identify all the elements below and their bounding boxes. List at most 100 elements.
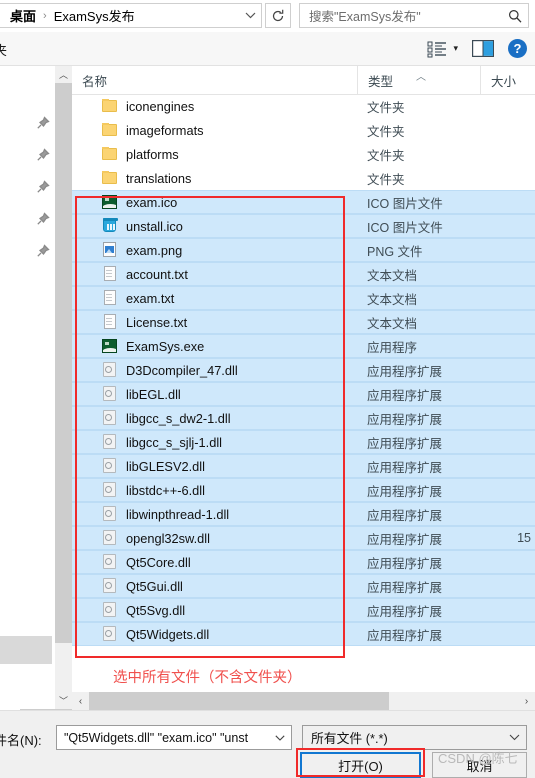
dll-icon (102, 554, 118, 570)
file-type-cell: 应用程序扩展 (367, 460, 443, 475)
file-name-cell: unstall.ico (72, 218, 357, 234)
file-name-cell: exam.txt (72, 290, 357, 306)
file-name-cell: Qt5Core.dll (72, 554, 357, 570)
help-icon[interactable]: ? (508, 39, 527, 58)
file-type-cell: 应用程序 (367, 340, 418, 355)
table-row[interactable]: Qt5Core.dll 应用程序扩展 (72, 550, 535, 574)
table-row[interactable]: libgcc_s_sjlj-1.dll 应用程序扩展 (72, 430, 535, 454)
search-icon[interactable] (502, 9, 528, 23)
file-name-cell: libwinpthread-1.dll (72, 506, 357, 522)
nav-selected-item[interactable] (0, 636, 52, 664)
folder-icon (102, 98, 118, 114)
table-row[interactable]: exam.txt 文本文档 (72, 286, 535, 310)
refresh-icon[interactable] (265, 3, 291, 28)
table-row[interactable]: unstall.ico ICO 图片文件 (72, 214, 535, 238)
table-row[interactable]: ExamSys.exe 应用程序 (72, 334, 535, 358)
file-name-label: translations (126, 170, 192, 186)
file-name-cell: ExamSys.exe (72, 338, 357, 354)
search-box[interactable]: 搜索"ExamSys发布" (299, 3, 529, 28)
table-row[interactable]: License.txt 文本文档 (72, 310, 535, 334)
file-size-cell: 15 (517, 531, 531, 545)
breadcrumb-item-current[interactable]: ExamSys发布 (54, 6, 135, 25)
file-type-cell: 文本文档 (367, 292, 418, 307)
file-name-cell: License.txt (72, 314, 357, 330)
file-name-cell: Qt5Widgets.dll (72, 626, 357, 642)
table-row[interactable]: exam.ico ICO 图片文件 (72, 190, 535, 214)
file-list-pane[interactable]: 名称 类型 大小 ︿ iconengines 文件夹 imageformats 文件夹… (72, 66, 535, 692)
table-row[interactable]: libGLESV2.dll 应用程序扩展 (72, 454, 535, 478)
scrollbar-thumb[interactable] (55, 83, 72, 643)
pin-icon[interactable] (36, 116, 50, 130)
table-row[interactable]: translations 文件夹 (72, 166, 535, 190)
breadcrumb-separator-icon: › (43, 9, 47, 22)
trash-icon (102, 218, 118, 234)
dll-icon (102, 458, 118, 474)
filename-input[interactable]: "Qt5Widgets.dll" "exam.ico" "unst (57, 731, 269, 745)
table-row[interactable]: Qt5Gui.dll 应用程序扩展 (72, 574, 535, 598)
scroll-up-icon[interactable]: ︿ (55, 66, 72, 83)
table-row[interactable]: libwinpthread-1.dll 应用程序扩展 (72, 502, 535, 526)
list-view-icon[interactable] (427, 40, 447, 58)
file-type-cell: 文本文档 (367, 268, 418, 283)
table-row[interactable]: opengl32sw.dll 应用程序扩展 15 (72, 526, 535, 550)
file-name-cell: opengl32sw.dll (72, 530, 357, 546)
table-row[interactable]: Qt5Svg.dll 应用程序扩展 (72, 598, 535, 622)
scroll-left-icon[interactable]: ‹ (72, 692, 89, 710)
file-type-cell: 文件夹 (367, 124, 405, 139)
chevron-down-icon[interactable] (502, 734, 526, 741)
table-row[interactable]: D3Dcompiler_47.dll 应用程序扩展 (72, 358, 535, 382)
nav-vertical-scrollbar[interactable]: ︿ ﹀ (55, 66, 72, 709)
table-row[interactable]: exam.png PNG 文件 (72, 238, 535, 262)
filename-label: 件名(N): (0, 733, 42, 748)
table-row[interactable]: libEGL.dll 应用程序扩展 (72, 382, 535, 406)
file-type-cell: 应用程序扩展 (367, 484, 443, 499)
file-type-cell: 应用程序扩展 (367, 436, 443, 451)
dll-icon (102, 362, 118, 378)
file-rows: iconengines 文件夹 imageformats 文件夹 platforms 文件… (72, 94, 535, 646)
table-row[interactable]: account.txt 文本文档 (72, 262, 535, 286)
dll-icon (102, 626, 118, 642)
navigation-pane[interactable] (0, 66, 55, 709)
file-name-cell: Qt5Gui.dll (72, 578, 357, 594)
file-name-label: Qt5Core.dll (126, 554, 191, 570)
filename-combobox[interactable]: "Qt5Widgets.dll" "exam.ico" "unst (56, 725, 292, 750)
file-type-cell: 应用程序扩展 (367, 532, 443, 547)
file-type-cell: 应用程序扩展 (367, 412, 443, 427)
text-doc-icon (102, 290, 118, 306)
table-row[interactable]: libstdc++-6.dll 应用程序扩展 (72, 478, 535, 502)
breadcrumb-item-desktop[interactable]: 桌面 (10, 6, 36, 25)
scroll-down-icon[interactable]: ﹀ (55, 692, 72, 709)
scrollbar-thumb[interactable] (89, 692, 389, 710)
chevron-down-icon[interactable]: ▾ (453, 43, 458, 54)
scroll-right-icon[interactable]: › (518, 692, 535, 710)
table-row[interactable]: libgcc_s_dw2-1.dll 应用程序扩展 (72, 406, 535, 430)
pin-icon[interactable] (36, 148, 50, 162)
pin-icon[interactable] (36, 212, 50, 226)
breadcrumb-bar[interactable]: 桌面 › ExamSys发布 (0, 3, 262, 28)
file-type-filter-value[interactable]: 所有文件 (*.*) (303, 728, 502, 747)
file-type-cell: 文件夹 (367, 100, 405, 115)
chevron-down-icon[interactable] (239, 4, 261, 27)
table-row[interactable]: imageformats 文件夹 (72, 118, 535, 142)
chevron-down-icon[interactable] (269, 734, 291, 741)
table-row[interactable]: iconengines 文件夹 (72, 94, 535, 118)
table-row[interactable]: Qt5Widgets.dll 应用程序扩展 (72, 622, 535, 646)
column-header-name[interactable]: 名称 (72, 66, 357, 94)
file-name-label: libgcc_s_dw2-1.dll (126, 410, 231, 426)
file-name-label: libEGL.dll (126, 386, 181, 402)
table-row[interactable]: platforms 文件夹 (72, 142, 535, 166)
pin-icon[interactable] (36, 244, 50, 258)
toolbar-actions: ▾ ? (427, 32, 527, 65)
file-name-label: exam.png (126, 242, 183, 258)
file-name-cell: iconengines (72, 98, 357, 114)
file-name-label: account.txt (126, 266, 188, 282)
file-type-filter-select[interactable]: 所有文件 (*.*) (302, 725, 527, 750)
preview-pane-icon[interactable] (472, 40, 494, 57)
file-type-cell: 应用程序扩展 (367, 364, 443, 379)
horizontal-scrollbar[interactable]: ‹ › (72, 692, 535, 710)
column-header-row: 名称 类型 大小 ︿ (72, 66, 535, 95)
search-input[interactable]: 搜索"ExamSys发布" (300, 6, 502, 25)
file-name-cell: libGLESV2.dll (72, 458, 357, 474)
column-header-size[interactable]: 大小 (480, 66, 535, 94)
pin-icon[interactable] (36, 180, 50, 194)
